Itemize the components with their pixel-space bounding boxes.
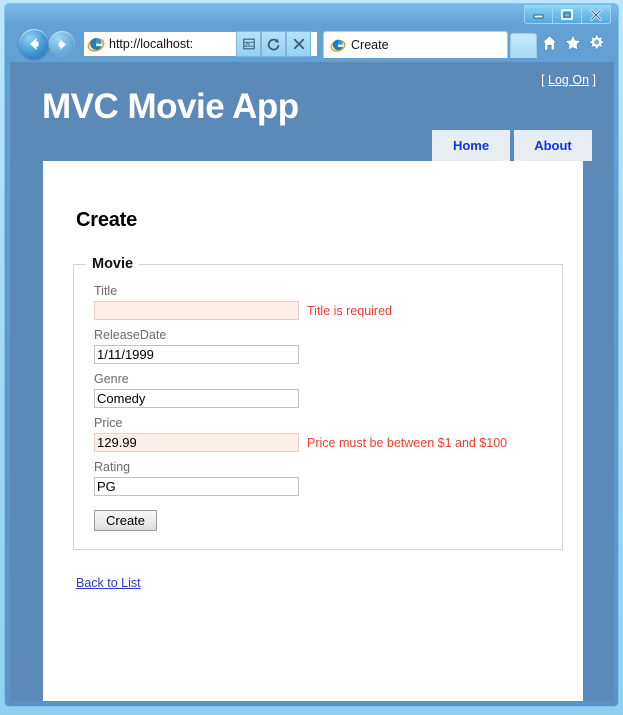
create-submit-button[interactable]: Create — [94, 510, 158, 531]
field-row-price: Price must be between $1 and $100 — [94, 433, 562, 452]
price-input[interactable] — [94, 433, 299, 452]
back-to-list-link[interactable]: Back to List — [76, 576, 141, 590]
minimize-icon — [533, 14, 544, 19]
price-validation-message: Price must be between $1 and $100 — [307, 435, 508, 450]
compatibility-view-button[interactable] — [236, 31, 261, 57]
title-input[interactable] — [94, 301, 299, 320]
home-icon[interactable] — [541, 34, 558, 51]
close-button[interactable] — [582, 5, 611, 24]
movie-fieldset-legend: Movie — [92, 256, 134, 272]
main-menu: Home About — [428, 130, 592, 161]
label-price: Price — [94, 416, 123, 430]
create-movie-form: Movie Title Title is required ReleaseDat… — [43, 256, 583, 550]
navigation-toolbar: http://localhost: Create — [5, 26, 618, 64]
stop-icon — [293, 38, 304, 50]
forward-button[interactable] — [49, 31, 75, 57]
page-title: Create — [76, 209, 138, 231]
browser-window-frame: http://localhost: Create [Log On] MVC … — [4, 3, 619, 707]
logon-area: [ Log On ] — [541, 73, 596, 87]
field-row-rating — [94, 477, 562, 496]
label-title: Title — [94, 284, 118, 298]
logon-bracket-open: [ — [541, 73, 549, 87]
menu-item-home[interactable]: Home — [432, 130, 510, 161]
label-releasedate: ReleaseDate — [94, 328, 167, 342]
rating-input[interactable] — [94, 477, 299, 496]
minimize-button[interactable] — [524, 5, 553, 24]
movie-fieldset: Movie Title Title is required ReleaseDat… — [73, 256, 563, 550]
close-icon — [590, 8, 602, 21]
compatibility-view-icon — [242, 38, 255, 50]
main-content: Create Movie Title Title is required Rel… — [43, 161, 583, 701]
forward-arrow-icon — [58, 39, 66, 49]
favorites-star-icon[interactable] — [564, 34, 582, 51]
refresh-icon — [267, 38, 280, 50]
maximize-button[interactable] — [553, 5, 582, 24]
title-validation-message: Title is required — [307, 303, 392, 318]
label-genre: Genre — [94, 372, 129, 386]
site-title: MVC Movie App — [42, 87, 299, 126]
browser-window: http://localhost: Create [Log On] MVC … — [0, 0, 623, 715]
tools-gear-icon[interactable] — [588, 34, 605, 51]
field-row-releasedate — [94, 345, 562, 364]
new-tab-button[interactable] — [510, 33, 537, 58]
log-on-link[interactable]: Log On — [548, 73, 589, 87]
field-row-title: Title is required — [94, 301, 562, 320]
page-viewport: [ Log On ] MVC Movie App Home About Crea… — [10, 62, 614, 701]
releasedate-input[interactable] — [94, 345, 299, 364]
stop-button[interactable] — [286, 31, 311, 57]
command-bar — [541, 34, 605, 51]
site-header: [ Log On ] MVC Movie App Home About — [10, 62, 614, 161]
back-arrow-icon — [30, 38, 39, 50]
internet-explorer-icon — [87, 37, 105, 52]
title-bar — [5, 4, 618, 28]
tab-title-label: Create — [351, 38, 389, 52]
browser-tab-create[interactable]: Create — [323, 31, 508, 58]
maximize-icon — [561, 9, 573, 20]
window-controls — [524, 5, 611, 24]
logon-bracket-close: ] — [589, 73, 596, 87]
menu-item-about[interactable]: About — [514, 130, 592, 161]
field-row-genre — [94, 389, 562, 408]
internet-explorer-icon — [330, 39, 346, 52]
back-button[interactable] — [19, 29, 49, 59]
submit-row: Create — [94, 510, 562, 531]
label-rating: Rating — [94, 460, 131, 474]
refresh-button[interactable] — [261, 31, 286, 57]
genre-input[interactable] — [94, 389, 299, 408]
